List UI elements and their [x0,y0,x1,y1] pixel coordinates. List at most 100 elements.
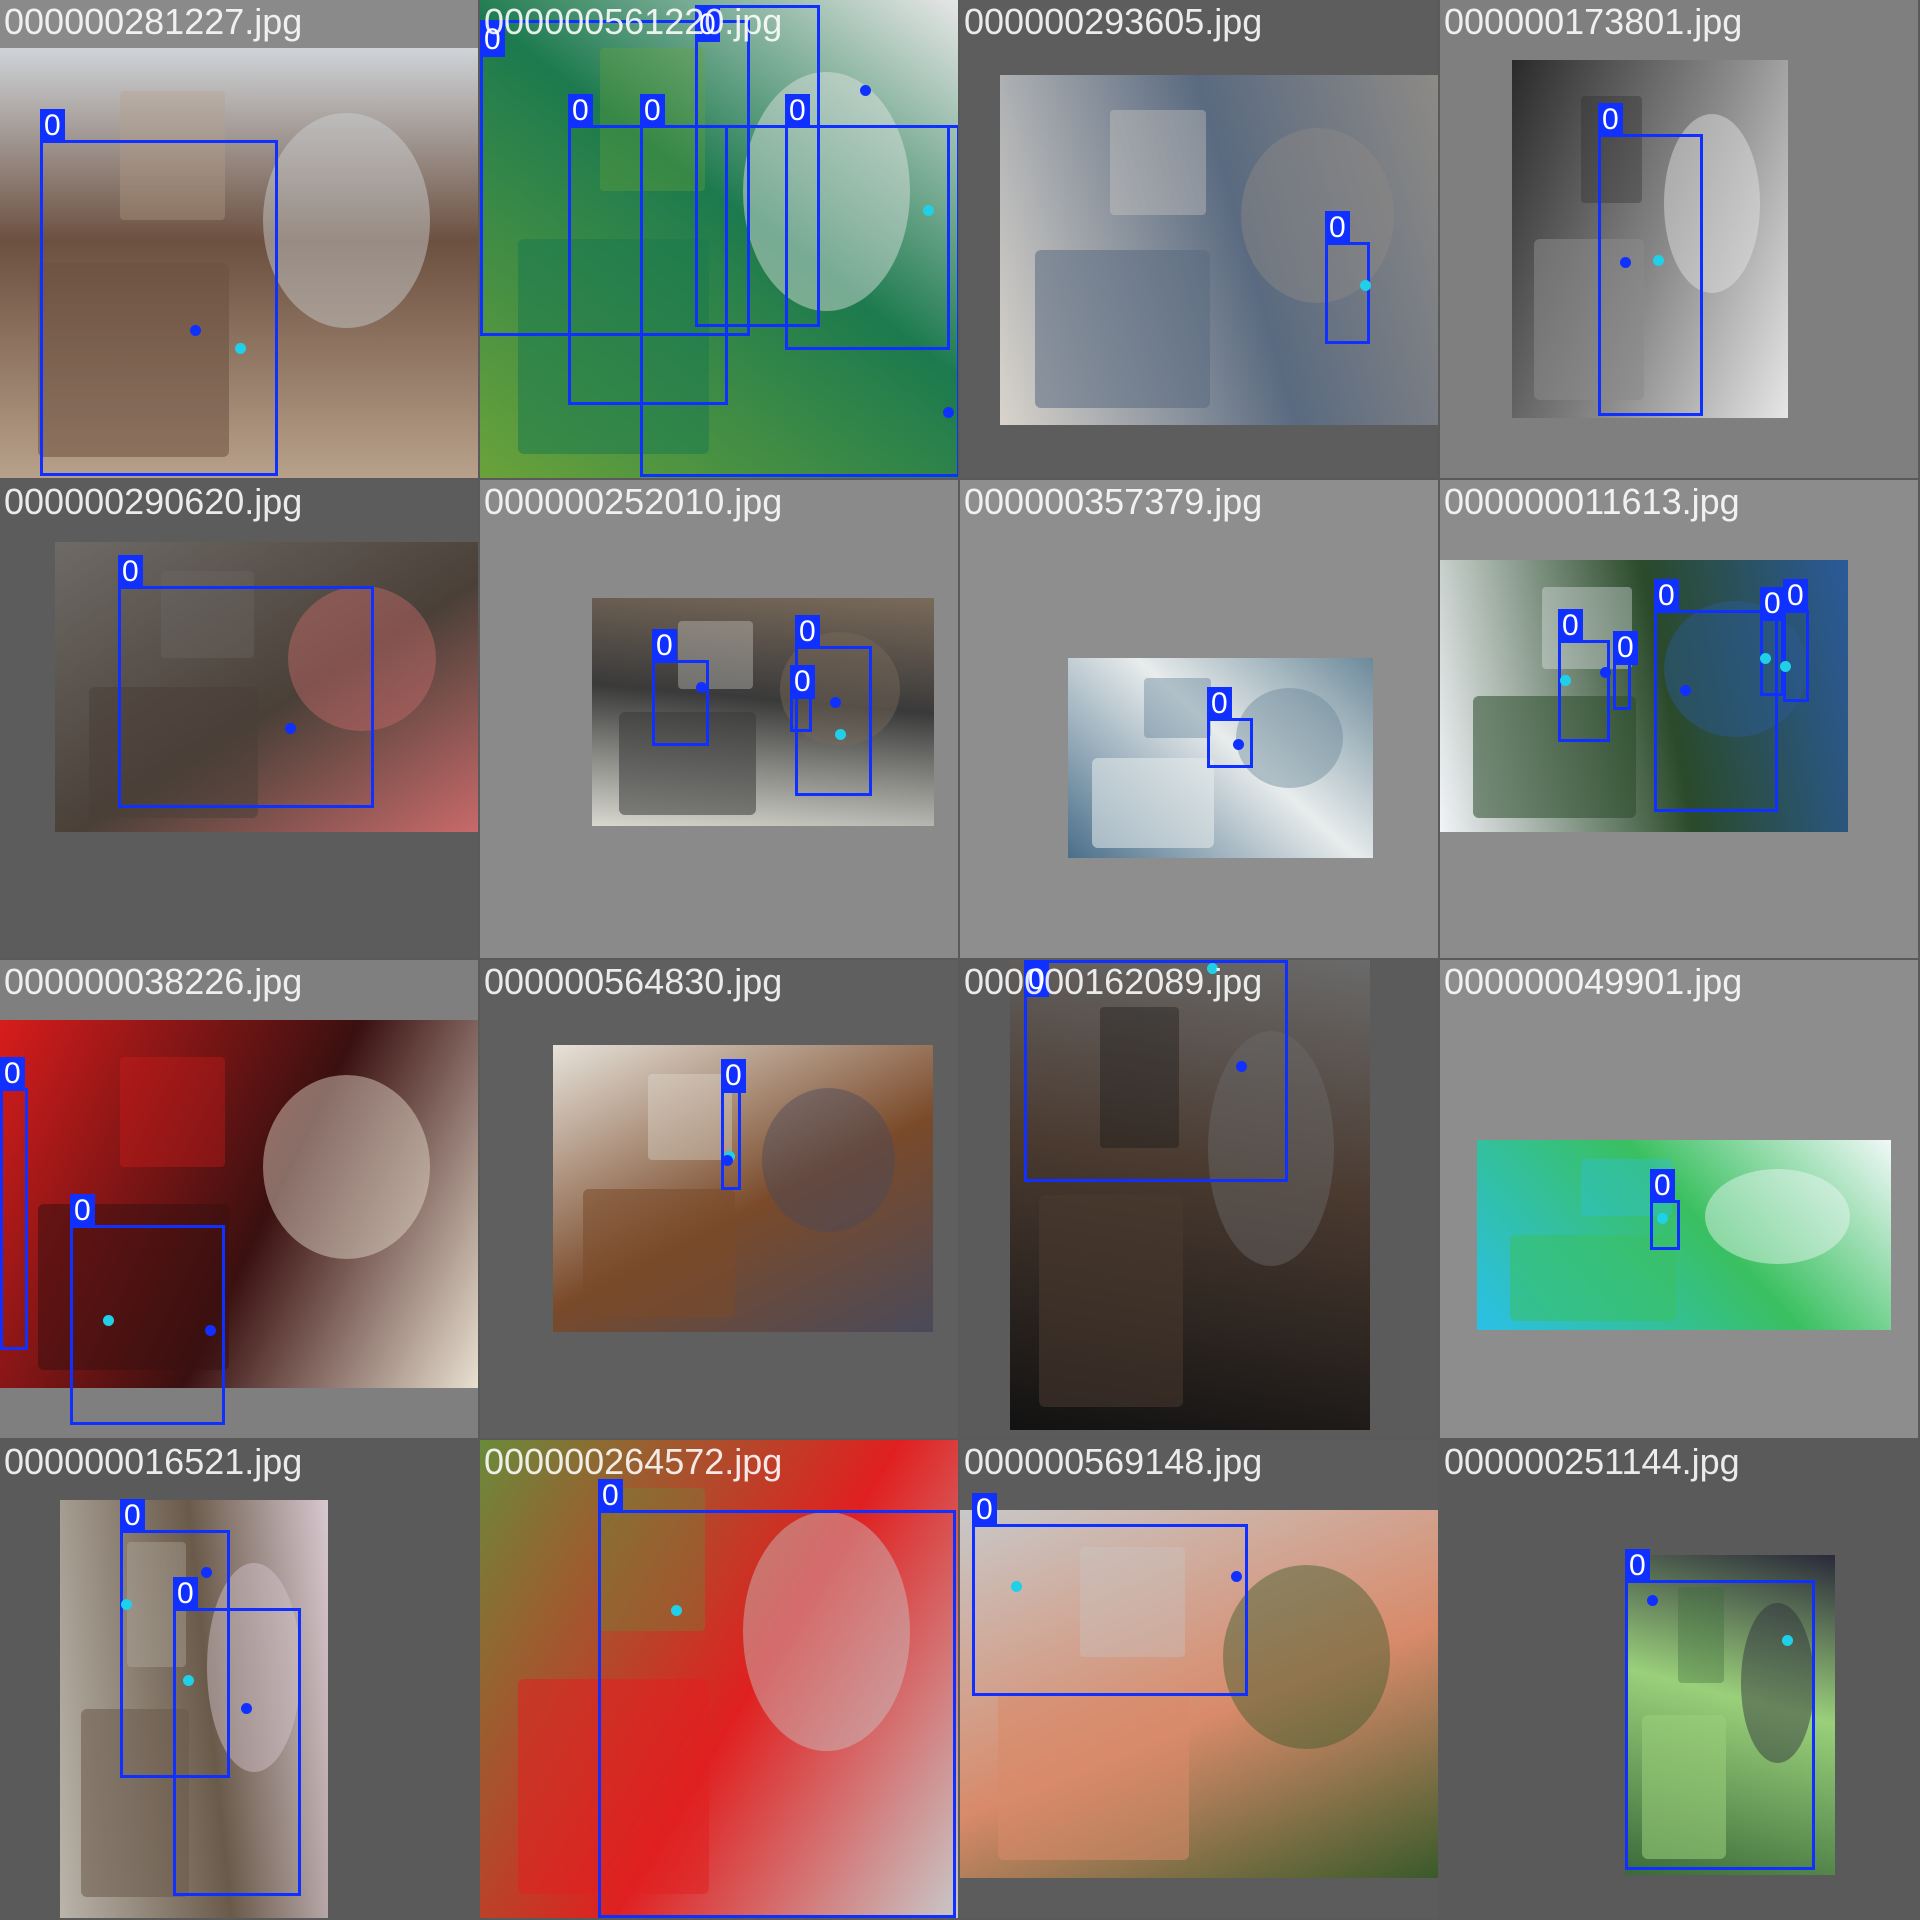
photo-region [1038,1195,1183,1407]
bounding-box: 0 [1613,631,1638,710]
class-label: 0 [120,1499,145,1533]
keypoint-dot [722,1155,733,1166]
class-label: 0 [173,1577,198,1611]
keypoint-dot [1647,1595,1658,1606]
keypoint-dot [1657,1213,1668,1224]
sample-image [592,598,934,826]
class-label: 0 [568,94,593,128]
mosaic-tile: 0 0 000000016521.jpg [0,1440,478,1918]
bounding-box: 0 [1625,1549,1815,1870]
keypoint-dot [860,85,871,96]
image-filename: 000000264572.jpg [484,1441,783,1482]
image-filename: 000000038226.jpg [4,961,303,1002]
mosaic-grid: 0 000000281227.jpg 0 0 0 0 0 000000561220.jpg 0 0… [0,0,1920,1920]
mosaic-tile: 0 000000173801.jpg [1440,0,1918,478]
class-label: 0 [1783,579,1808,613]
keypoint-dot [1600,667,1611,678]
keypoint-dot [1236,1061,1247,1072]
mosaic-tile: 0 000000264572.jpg [480,1440,958,1918]
class-label: 0 [721,1059,746,1093]
photo-region [762,1088,895,1232]
class-label: 0 [1613,631,1638,665]
class-label: 0 [1325,211,1350,245]
photo-region [1240,127,1395,303]
keypoint-dot [696,682,707,693]
bounding-box: 0 [173,1577,301,1896]
photo-region [1035,250,1211,408]
image-filename: 000000569148.jpg [964,1441,1263,1482]
bounding-box: 0 [972,1493,1248,1696]
mosaic-tile: 0 000000281227.jpg [0,0,478,478]
bounding-box: 0 [0,1057,28,1350]
mosaic-tile: 0 000000162089.jpg [960,960,1438,1438]
bounding-box: 0 [598,1479,956,1918]
class-label: 0 [790,665,815,699]
mosaic-tile: 0 0 0 0 0 000000561220.jpg [480,0,958,478]
bounding-box: 0 [1598,103,1703,416]
image-filename: 000000251144.jpg [1444,1441,1740,1482]
keypoint-dot [1011,1581,1022,1592]
bounding-box: 0 [652,629,709,746]
image-filename: 000000357379.jpg [964,481,1263,522]
keypoint-dot [205,1325,216,1336]
mosaic-tile: 0 000000293605.jpg [960,0,1438,478]
photo-region [1092,758,1215,848]
keypoint-dot [923,205,934,216]
bounding-box: 0 [721,1059,746,1190]
keypoint-dot [1653,255,1664,266]
image-filename: 000000561220.jpg [484,1,783,42]
mosaic-tile: 0 000000251144.jpg [1440,1440,1918,1918]
bounding-box: 0 [1325,211,1370,344]
image-filename: 000000293605.jpg [964,1,1263,42]
keypoint-dot [1782,1635,1793,1646]
keypoint-dot [235,343,246,354]
class-label: 0 [652,629,677,663]
bounding-box: 0 [790,665,815,732]
keypoint-dot [1560,675,1571,686]
class-label: 0 [1654,579,1679,613]
keypoint-dot [1620,257,1631,268]
photo-region [1704,1168,1850,1264]
photo-region [998,1694,1190,1860]
image-filename: 000000281227.jpg [4,1,303,42]
bounding-box: 0 [1783,579,1809,702]
keypoint-dot [1760,653,1771,664]
image-filename: 000000564830.jpg [484,961,783,1002]
class-label: 0 [0,1057,25,1091]
keypoint-dot [830,697,841,708]
keypoint-dot [1780,661,1791,672]
bounding-box: 0 [118,555,374,808]
bounding-box: 0 [40,109,278,476]
class-label: 0 [70,1194,95,1228]
class-label: 0 [1558,609,1583,643]
image-filename: 000000173801.jpg [1444,1,1743,42]
image-filename: 000000011613.jpg [1444,481,1740,522]
keypoint-dot [1231,1571,1242,1582]
photo-region [1109,110,1206,215]
keypoint-dot [1233,739,1244,750]
class-label: 0 [1760,587,1785,621]
mosaic-tile: 0 000000564830.jpg [480,960,958,1438]
image-filename: 000000252010.jpg [484,481,783,522]
photo-region [1472,696,1636,819]
keypoint-dot [943,407,954,418]
mosaic-tile: 0 0 0 0 0 000000011613.jpg [1440,480,1918,958]
photo-region [648,1073,732,1160]
bounding-box: 0 [1650,1169,1680,1250]
keypoint-dot [671,1605,682,1616]
keypoint-dot [241,1703,252,1714]
keypoint-dot [201,1567,212,1578]
keypoint-dot [190,325,201,336]
photo-region [262,112,431,328]
keypoint-dot [1360,280,1371,291]
mosaic-tile: 0 0 000000038226.jpg [0,960,478,1438]
class-label: 0 [1625,1549,1650,1583]
class-label: 0 [1207,687,1232,721]
photo-region [583,1188,736,1318]
class-label: 0 [972,1493,997,1527]
image-filename: 000000290620.jpg [4,481,303,522]
mosaic-tile: 0 0 0 000000252010.jpg [480,480,958,958]
class-label: 0 [1650,1169,1675,1203]
image-filename: 000000162089.jpg [964,961,1263,1002]
mosaic-tile: 0 000000357379.jpg [960,480,1438,958]
